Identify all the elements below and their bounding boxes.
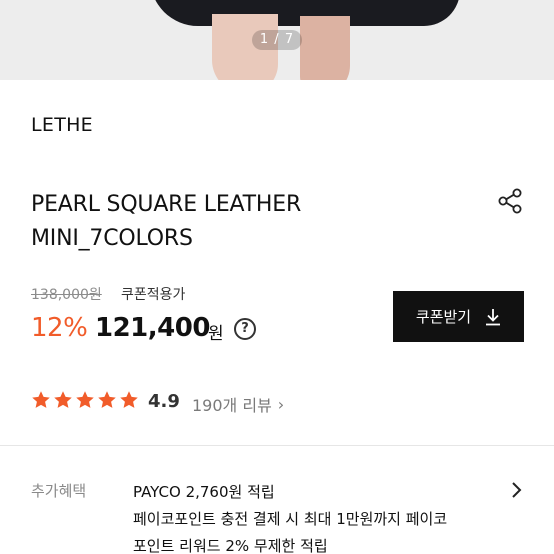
coupon-price-label: 쿠폰적용가: [121, 287, 186, 303]
get-coupon-button[interactable]: 쿠폰받기: [393, 291, 524, 342]
benefits-details[interactable]: PAYCO 2,760원 적립 페이코포인트 충전 결제 시 최대 1만원까지 …: [133, 479, 503, 554]
benefit-line: 페이코포인트 충전 결제 시 최대 1만원까지 페이코: [133, 510, 448, 528]
get-coupon-label: 쿠폰받기: [415, 308, 472, 326]
gallery-page-indicator: 1 / 7: [252, 30, 302, 50]
rating-stars: [31, 390, 139, 410]
brand-name[interactable]: LETHE: [31, 114, 93, 136]
star-icon: [120, 391, 138, 408]
section-divider: [0, 445, 554, 446]
sale-price: 121,400: [95, 313, 210, 343]
benefit-line: 포인트 리워드 2% 무제한 적립: [133, 537, 328, 554]
product-image-leg-right: [300, 16, 350, 80]
price-help-icon[interactable]: ?: [234, 318, 256, 340]
product-title: PEARL SQUARE LEATHER MINI_7COLORS: [31, 192, 302, 251]
currency-label: 원: [208, 324, 224, 344]
chevron-right-icon[interactable]: [509, 480, 525, 500]
benefit-line: PAYCO 2,760원 적립: [133, 483, 275, 501]
reviews-link[interactable]: 190개 리뷰 ›: [192, 392, 284, 416]
reviews-count: 190개 리뷰: [192, 396, 272, 415]
product-image-gallery[interactable]: 1 / 7: [0, 0, 554, 80]
download-icon: [486, 308, 501, 325]
rating-score: 4.9: [148, 391, 180, 412]
additional-benefits-label: 추가혜택: [31, 482, 87, 500]
discount-rate: 12%: [31, 313, 88, 343]
star-icon: [76, 391, 94, 408]
star-icon: [98, 391, 116, 408]
original-price: 138,000원: [31, 287, 102, 303]
star-icon: [32, 391, 50, 408]
chevron-right-icon: ›: [277, 394, 285, 414]
star-icon: [54, 391, 72, 408]
share-icon[interactable]: [496, 186, 526, 216]
